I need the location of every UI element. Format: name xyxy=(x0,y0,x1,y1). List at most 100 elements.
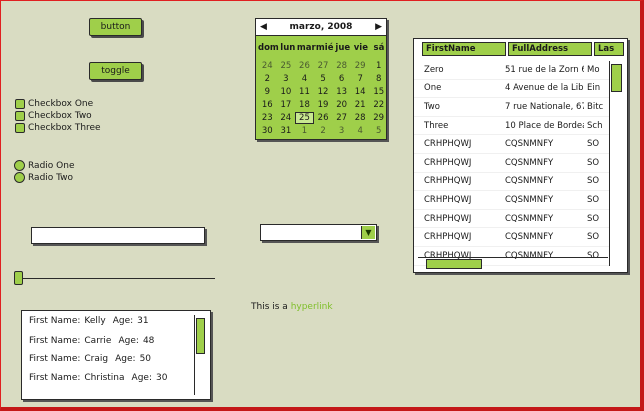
combo-box[interactable]: ▼ xyxy=(260,224,377,241)
calendar-day[interactable]: 19 xyxy=(314,100,333,110)
calendar-day[interactable]: 18 xyxy=(295,100,314,110)
text-input[interactable] xyxy=(31,227,205,244)
slider-track[interactable] xyxy=(15,278,215,279)
calendar-day[interactable]: 26 xyxy=(295,61,314,71)
table-header: FirstName FullAddress Las xyxy=(414,42,627,60)
calendar-day[interactable]: 4 xyxy=(351,126,370,136)
calendar-day[interactable]: 6 xyxy=(332,74,351,84)
column-header-last[interactable]: Las xyxy=(594,42,624,56)
radio-one[interactable]: Radio One xyxy=(14,160,74,171)
checkbox-three-box[interactable] xyxy=(15,123,25,133)
calendar-day[interactable]: 25 xyxy=(295,111,314,124)
table-horizontal-scrollbar[interactable] xyxy=(418,257,608,269)
calendar-day[interactable]: 28 xyxy=(332,61,351,71)
table-cell: CQSNMNFY xyxy=(505,232,554,243)
table-cell: Ein xyxy=(587,83,601,94)
calendar-week: 30 31 1 2 3 4 5 xyxy=(258,124,388,137)
table-horizontal-scroll-thumb[interactable] xyxy=(426,259,482,269)
calendar-day[interactable]: 2 xyxy=(314,126,333,136)
button-button[interactable]: button xyxy=(89,18,142,36)
table-row[interactable]: Two 7 rue Nationale, 67 Bitc xyxy=(414,98,610,117)
calendar-day[interactable]: 5 xyxy=(314,74,333,84)
table-row[interactable]: CRHPHQWJ CQSNMNFY SO xyxy=(414,154,610,173)
next-month-icon[interactable]: ▶ xyxy=(375,22,382,32)
checkbox-one[interactable]: Checkbox One xyxy=(15,99,93,109)
calendar-day[interactable]: 28 xyxy=(351,113,370,123)
calendar-day[interactable]: 7 xyxy=(351,74,370,84)
list-scroll-thumb[interactable] xyxy=(196,318,205,354)
table-row[interactable]: CRHPHQWJ CQSNMNFY SO xyxy=(414,173,610,192)
calendar-day[interactable]: 29 xyxy=(351,61,370,71)
chevron-down-icon[interactable]: ▼ xyxy=(361,226,375,239)
calendar-day[interactable]: 2 xyxy=(258,74,277,84)
table-row[interactable]: CRHPHQWJ CQSNMNFY SO xyxy=(414,210,610,229)
calendar-title: marzo, 2008 xyxy=(289,22,353,32)
calendar-day[interactable]: 20 xyxy=(332,100,351,110)
checkbox-two-box[interactable] xyxy=(15,111,25,121)
calendar-day[interactable]: 15 xyxy=(369,87,388,97)
column-header-firstname[interactable]: FirstName xyxy=(422,42,506,56)
calendar-day[interactable]: 17 xyxy=(277,100,296,110)
toggle-button[interactable]: toggle xyxy=(89,62,142,80)
list-item[interactable]: First Name: Craig Age: 50 xyxy=(29,354,151,364)
calendar-day[interactable]: 3 xyxy=(332,126,351,136)
data-table: FirstName FullAddress Las Zero 51 rue de … xyxy=(413,38,628,273)
calendar-day[interactable]: 13 xyxy=(332,87,351,97)
calendar-day[interactable]: 30 xyxy=(258,126,277,136)
radio-one-label: Radio One xyxy=(28,160,75,171)
calendar-day[interactable]: 4 xyxy=(295,74,314,84)
calendar-day[interactable]: 14 xyxy=(351,87,370,97)
table-row[interactable]: CRHPHQWJ CQSNMNFY SO xyxy=(414,191,610,210)
calendar-day[interactable]: 22 xyxy=(369,100,388,110)
calendar-day[interactable]: 11 xyxy=(295,87,314,97)
calendar-day[interactable]: 9 xyxy=(258,87,277,97)
table-cell: Bitc xyxy=(587,101,604,112)
table-row[interactable]: CRHPHQWJ CQSNMNFY SO xyxy=(414,228,610,247)
table-cell: 7 rue Nationale, 67 xyxy=(505,101,584,112)
table-vertical-scroll-thumb[interactable] xyxy=(611,64,622,92)
slider-thumb[interactable] xyxy=(14,271,23,285)
table-vertical-scrollbar[interactable] xyxy=(609,61,623,266)
checkbox-three[interactable]: Checkbox Three xyxy=(15,123,101,133)
table-row[interactable]: CRHPHQWJ CQSNMNFY SO xyxy=(414,135,610,154)
calendar-day[interactable]: 1 xyxy=(295,126,314,136)
checkbox-one-box[interactable] xyxy=(15,99,25,109)
table-cell: 51 rue de la Zorn 6 xyxy=(505,64,584,75)
calendar-day[interactable]: 3 xyxy=(277,74,296,84)
column-header-fulladdress[interactable]: FullAddress xyxy=(508,42,592,56)
list-scrollbar[interactable] xyxy=(194,315,206,395)
calendar-day[interactable]: 25 xyxy=(277,61,296,71)
calendar-day[interactable]: 26 xyxy=(314,113,333,123)
calendar-day[interactable]: 5 xyxy=(369,126,388,136)
calendar-day[interactable]: 23 xyxy=(258,113,277,123)
calendar-day[interactable]: 1 xyxy=(369,61,388,71)
calendar-day[interactable]: 21 xyxy=(351,100,370,110)
calendar-day[interactable]: 12 xyxy=(314,87,333,97)
table-row[interactable]: Three 10 Place de Bordea Sch xyxy=(414,117,610,136)
radio-two[interactable]: Radio Two xyxy=(14,172,73,183)
age-label: Age: xyxy=(131,373,152,383)
table-row[interactable]: Zero 51 rue de la Zorn 6 Mo xyxy=(414,61,610,80)
radio-one-circle[interactable] xyxy=(14,160,25,171)
calendar-day[interactable]: 24 xyxy=(277,113,296,123)
calendar-day[interactable]: 16 xyxy=(258,100,277,110)
table-row[interactable]: One 4 Avenue de la Lib Ein xyxy=(414,80,610,99)
checkbox-two[interactable]: Checkbox Two xyxy=(15,111,92,121)
calendar-day[interactable]: 29 xyxy=(369,113,388,123)
hyperlink[interactable]: hyperlink xyxy=(291,302,333,312)
list-item[interactable]: First Name: Kelly Age: 31 xyxy=(29,316,149,326)
calendar-day[interactable]: 27 xyxy=(314,61,333,71)
list-item[interactable]: First Name: Carrie Age: 48 xyxy=(29,336,154,346)
calendar-day[interactable]: 27 xyxy=(332,113,351,123)
calendar-header: ◀ marzo, 2008 ▶ xyxy=(256,19,386,36)
calendar-day[interactable]: 24 xyxy=(258,61,277,71)
radio-two-circle[interactable] xyxy=(14,172,25,183)
calendar-day[interactable]: 31 xyxy=(277,126,296,136)
list-item[interactable]: First Name: Christina Age: 30 xyxy=(29,373,167,383)
table-cell: CQSNMNFY xyxy=(505,194,554,205)
calendar-day[interactable]: 8 xyxy=(369,74,388,84)
weekday-label: lun xyxy=(280,43,296,53)
table-cell: CQSNMNFY xyxy=(505,139,554,150)
prev-month-icon[interactable]: ◀ xyxy=(260,22,267,32)
calendar-day[interactable]: 10 xyxy=(277,87,296,97)
